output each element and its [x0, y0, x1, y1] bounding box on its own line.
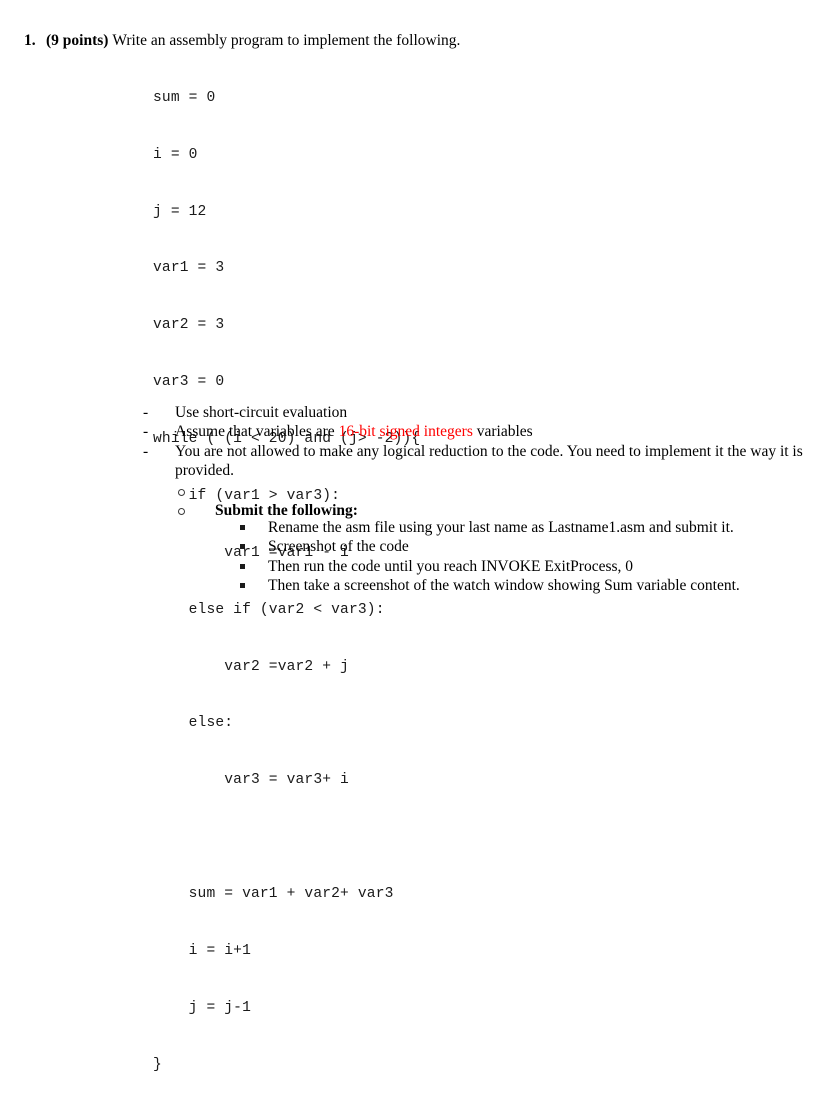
- code-line: else if (var2 < var3):: [153, 601, 385, 618]
- code-line: var2 =var2 + j: [153, 658, 349, 675]
- dash-bullet-icon: -: [143, 404, 149, 421]
- question-prompt-text: Write an assembly program to implement t…: [112, 32, 461, 49]
- submit-steps-list: Rename the asm file using your last name…: [240, 518, 820, 596]
- requirement-text-tail: variables: [472, 423, 533, 441]
- square-bullet-icon: [240, 525, 245, 530]
- requirement-text: You are not allowed to make any logical …: [175, 442, 803, 480]
- requirement-text: Assume that variables are: [175, 423, 339, 441]
- question-points: (9 points): [46, 32, 109, 49]
- submit-step-text: Rename the asm file using your last name…: [268, 519, 734, 536]
- requirement-highlight: 16-bit signed integers: [338, 423, 473, 441]
- list-item: Then take a screenshot of the watch wind…: [240, 576, 820, 595]
- code-line: else:: [153, 715, 234, 732]
- question-number: 1.: [24, 32, 36, 49]
- square-bullet-icon: [240, 544, 245, 550]
- code-line: var3 = var3+ i: [153, 772, 349, 789]
- code-line: j = 12: [153, 203, 207, 220]
- square-bullet-icon: [240, 563, 245, 569]
- code-line: var1 = 3: [153, 260, 225, 277]
- code-line: sum = var1 + var2+ var3: [153, 885, 394, 902]
- code-line: j = j-1: [153, 999, 251, 1016]
- dash-bullet-icon: -: [143, 423, 149, 441]
- requirement-text: Use short-circuit evaluation: [175, 404, 348, 421]
- list-item: Screenshot of the code: [240, 537, 820, 556]
- list-item: - You are not allowed to make any logica…: [143, 442, 823, 481]
- submit-step-text: Screenshot of the code: [268, 538, 409, 556]
- submit-heading: Submit the following:: [215, 502, 358, 520]
- square-bullet-icon: [240, 583, 245, 589]
- list-item: Rename the asm file using your last name…: [240, 518, 820, 537]
- submit-section: Submit the following:: [178, 482, 818, 521]
- list-item: - Assume that variables are 16-bit signe…: [143, 422, 823, 441]
- code-line: }: [153, 1056, 162, 1073]
- dash-bullet-icon: -: [143, 442, 149, 460]
- circle-bullet-icon: [178, 488, 185, 496]
- question-heading: 1. (9 points) Write an assembly program t…: [24, 31, 824, 50]
- circle-bullet-icon: [178, 507, 185, 515]
- submit-step-text: Then take a screenshot of the watch wind…: [268, 577, 740, 595]
- code-line: sum = 0: [153, 89, 216, 106]
- code-line: var3 = 0: [153, 374, 225, 391]
- code-line: i = i+1: [153, 942, 251, 959]
- submit-step-text: Then run the code until you reach INVOKE…: [268, 557, 634, 575]
- list-item-empty: [178, 482, 818, 501]
- document-page: 1. (9 points) Write an assembly program t…: [0, 0, 840, 1073]
- code-line: var2 = 3: [153, 317, 225, 334]
- code-line: i = 0: [153, 146, 198, 163]
- list-item: Then run the code until you reach INVOKE…: [240, 557, 820, 576]
- requirements-list: - Use short-circuit evaluation - Assume …: [143, 403, 823, 481]
- list-item: - Use short-circuit evaluation: [143, 403, 823, 422]
